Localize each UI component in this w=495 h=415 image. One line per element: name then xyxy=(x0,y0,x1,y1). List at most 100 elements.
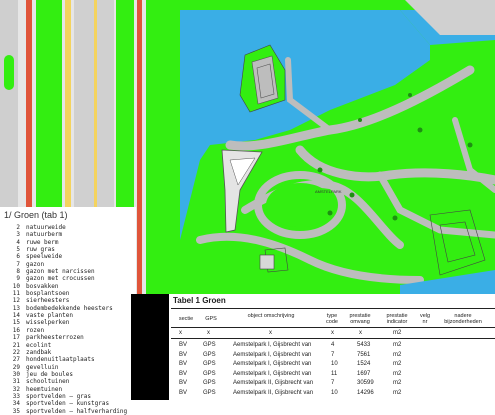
legend-item: 11 bosplantsoen xyxy=(8,290,127,297)
legend-item-label: ecolint xyxy=(26,341,52,349)
legend-item-label: bodembedekkende heesters xyxy=(26,304,113,312)
xrow-type: x xyxy=(331,330,334,336)
legend-title: 1/ Groen (tab 1) xyxy=(4,210,68,220)
legend-item-number: 35 xyxy=(12,407,20,415)
legend-item: 13 bodembedekkende heesters xyxy=(8,305,127,312)
legend-item-number: 12 xyxy=(12,297,20,305)
legend-item: 6 speelweide xyxy=(8,253,127,260)
legend-item-label: sportvelden — halfverharding xyxy=(26,407,128,415)
table-cell-omvang: 1524 xyxy=(357,361,371,367)
data-table: Tabel 1 Groen sectie GPS object omschrij… xyxy=(131,294,495,400)
legend-item-number: 34 xyxy=(12,400,20,408)
table-cell-sectie: BV xyxy=(179,351,188,358)
legend-item-number: 8 xyxy=(16,268,20,276)
table-cell-gps: GPS xyxy=(203,380,216,386)
legend-item: 16 rozen xyxy=(8,327,127,334)
table-cell-indicator: m2 xyxy=(393,351,402,358)
legend-item-number: 32 xyxy=(12,385,20,393)
legend-item-number: 33 xyxy=(12,392,20,400)
table-cell-indicator: m2 xyxy=(393,361,402,367)
table-cell-omvang: 5433 xyxy=(357,342,371,348)
building-block xyxy=(0,0,18,210)
legend-item: 22 zandbak xyxy=(8,349,127,356)
header-object: object omschrijving xyxy=(247,313,295,319)
legend-item-label: vaste planten xyxy=(26,312,73,320)
table-rule xyxy=(171,308,495,309)
small-building xyxy=(259,254,275,270)
table-cell-gps: GPS xyxy=(203,361,216,367)
legend-item-number: 7 xyxy=(16,260,20,268)
legend-item-number: 13 xyxy=(12,304,20,312)
table-cell-sectie: BV xyxy=(179,342,188,348)
table-cell-omvang: 1697 xyxy=(357,370,371,377)
header-velg: velg nr xyxy=(419,313,431,325)
table-cell-object: Aemstelpark I, Gijsbrecht van xyxy=(233,361,312,367)
legend-item: 12 sierheesters xyxy=(8,297,127,304)
legend-item-label: hondenuitlaatplaats xyxy=(26,356,95,364)
legend-item-label: jeu de boules xyxy=(26,370,73,378)
legend-item-label: zandbak xyxy=(26,348,52,356)
xrow-object: x xyxy=(269,330,272,336)
table-cell-omvang: 14296 xyxy=(357,389,374,396)
table-cell-gps: GPS xyxy=(203,389,216,396)
legend-item-label: speelweide xyxy=(26,253,63,261)
legend-item: 3 natuurberm xyxy=(8,231,127,238)
legend-item-label: parkheesterrozen xyxy=(26,334,84,342)
table-cell-omvang: 30599 xyxy=(357,380,374,386)
legend-item-label: ruwe berm xyxy=(26,238,59,246)
table-cell-sectie: BV xyxy=(179,380,188,386)
legend-item-label: heemtuinen xyxy=(26,385,63,393)
table-cell-indicator: m2 xyxy=(393,389,402,396)
table-cell-type: 7 xyxy=(331,380,335,386)
legend-item: 17 parkheesterrozen xyxy=(8,334,127,341)
table-cell-type: 4 xyxy=(331,342,335,348)
road-red-line xyxy=(137,0,142,300)
legend-item-number: 31 xyxy=(12,378,20,386)
legend-item: 4 ruwe berm xyxy=(8,239,127,246)
table-cell-omvang: 7561 xyxy=(357,351,371,358)
legend-item-number: 29 xyxy=(12,363,20,371)
table-cell-sectie: BV xyxy=(179,361,188,367)
legend-item-number: 11 xyxy=(12,290,20,298)
table-cell-indicator: m2 xyxy=(393,370,402,377)
legend-item-number: 21 xyxy=(12,341,20,349)
table-cell-indicator: m2 xyxy=(393,342,402,348)
legend-item-number: 3 xyxy=(16,231,20,239)
xrow-sectie: x xyxy=(179,330,182,336)
table-cell-object: Aemstelpark II, Gijsbrecht van xyxy=(233,389,314,396)
legend-item-label: natuurberm xyxy=(26,231,63,239)
legend-item-number: 27 xyxy=(12,356,20,364)
legend-item-label: ruw gras xyxy=(26,246,55,254)
legend-item-number: 30 xyxy=(12,370,20,378)
header-gps: GPS xyxy=(205,316,217,322)
table-cell-type: 7 xyxy=(331,351,335,358)
legend-list: 2 natuurweide 3 natuurberm 4 ruwe berm 5 ruw gr… xyxy=(8,224,127,415)
table-rule xyxy=(171,338,495,339)
legend-item: 27 hondenuitlaatplaats xyxy=(8,356,127,363)
table-cell-indicator: m2 xyxy=(393,380,402,386)
table-cell-type: 11 xyxy=(331,370,338,377)
table-cell-type: 10 xyxy=(331,361,338,367)
legend-item: 2 natuurweide xyxy=(8,224,127,231)
table-cell-object: Aemstelpark I, Gijsbrecht van xyxy=(233,370,312,377)
legend-item-label: gazon met narcissen xyxy=(26,268,95,276)
legend-panel: 1/ Groen (tab 1) 2 natuurweide 3 natuurberm… xyxy=(0,207,136,415)
legend-item-label: rozen xyxy=(26,326,45,334)
legend-item-label: wisselperken xyxy=(26,319,70,327)
legend-item-number: 10 xyxy=(12,282,20,290)
legend-item: 14 vaste planten xyxy=(8,312,127,319)
legend-item: 7 gazon xyxy=(8,261,127,268)
legend-item: 21 ecolint xyxy=(8,342,127,349)
legend-item-label: schooltuinen xyxy=(26,378,70,386)
header-omvang: prestatie omvang xyxy=(349,313,371,325)
table-cell-object: Aemstelpark I, Gijsbrecht van xyxy=(233,342,312,348)
table-cell-sectie: BV xyxy=(179,370,188,377)
legend-item: 29 gevelluin xyxy=(8,364,127,371)
legend-item-number: 9 xyxy=(16,275,20,283)
legend-item: 10 bosvakken xyxy=(8,283,127,290)
legend-item-label: bosvakken xyxy=(26,282,59,290)
table-title: Tabel 1 Groen xyxy=(173,296,226,305)
grass-patch xyxy=(4,55,14,90)
legend-item: 15 wisselperken xyxy=(8,319,127,326)
grass-verge xyxy=(146,0,158,300)
